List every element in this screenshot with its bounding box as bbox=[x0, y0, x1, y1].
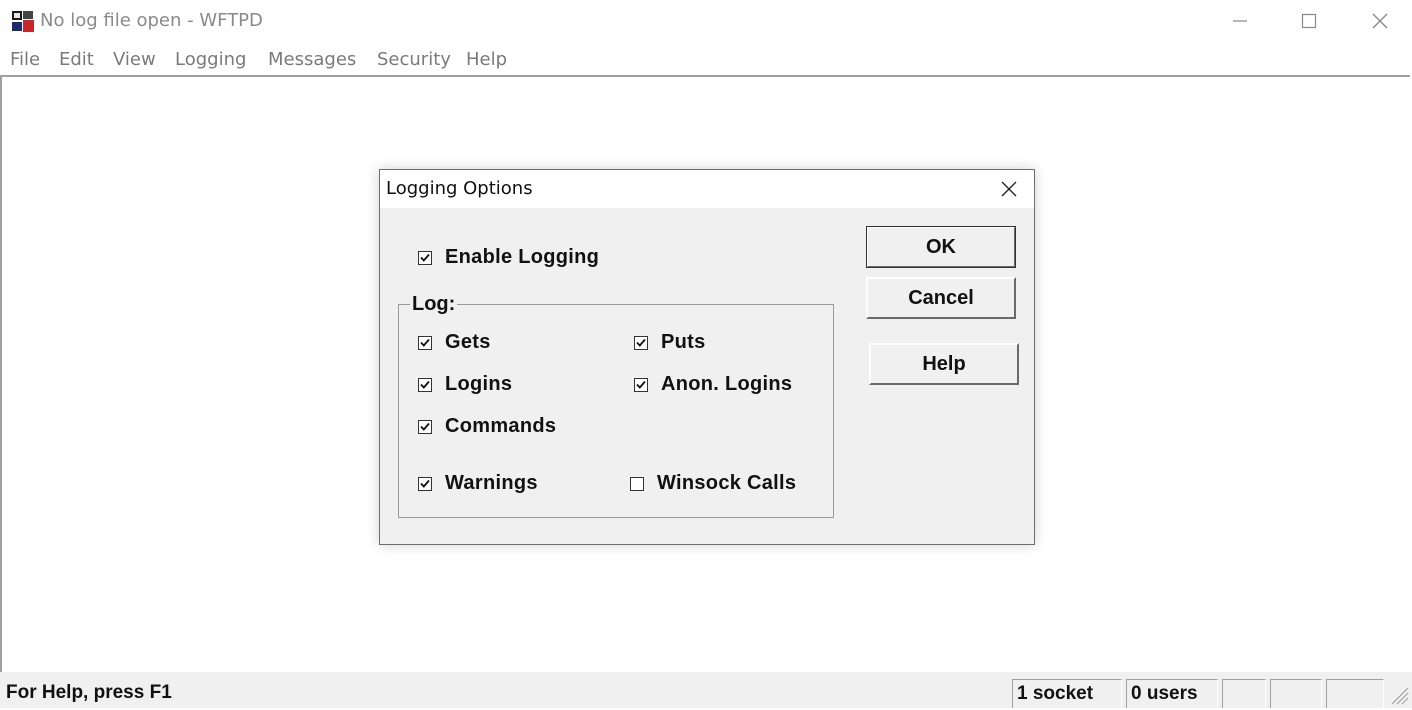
menu-help[interactable]: Help bbox=[466, 49, 507, 70]
menu-security[interactable]: Security bbox=[377, 49, 451, 70]
socket-count: 1 socket bbox=[1017, 683, 1094, 704]
close-icon bbox=[1001, 181, 1017, 197]
ok-button[interactable]: OK bbox=[866, 226, 1016, 268]
warnings-check-icon bbox=[418, 476, 432, 491]
commands-label: Commands bbox=[445, 415, 557, 437]
user-count: 0 users bbox=[1131, 683, 1198, 704]
puts-label: Puts bbox=[661, 331, 706, 353]
puts-check-icon bbox=[634, 335, 648, 350]
enable-logging-check-icon bbox=[418, 250, 432, 265]
dialog-titlebar[interactable]: Logging Options bbox=[380, 170, 1034, 208]
enable-logging-checkbox[interactable]: Enable Logging bbox=[418, 246, 599, 269]
cancel-button[interactable]: Cancel bbox=[866, 277, 1016, 319]
winsock-calls-check-icon bbox=[630, 476, 644, 491]
window-title: No log file open - WFTPD bbox=[40, 10, 263, 31]
status-help-text: For Help, press F1 bbox=[6, 682, 172, 703]
commands-checkbox[interactable]: Commands bbox=[418, 415, 556, 438]
status-pane-users: 0 users bbox=[1126, 679, 1218, 708]
dialog-close-button[interactable] bbox=[992, 174, 1026, 204]
menu-bar: File Edit View Logging Messages Security… bbox=[0, 42, 1412, 76]
warnings-label: Warnings bbox=[445, 472, 538, 494]
logins-check-icon bbox=[418, 377, 432, 392]
commands-check-icon bbox=[418, 419, 432, 434]
winsock-calls-checkbox[interactable]: Winsock Calls bbox=[630, 472, 796, 495]
maximize-button[interactable] bbox=[1274, 0, 1344, 42]
anon-logins-checkbox[interactable]: Anon. Logins bbox=[634, 373, 792, 396]
wftpd-app-icon[interactable] bbox=[11, 9, 35, 33]
logging-options-dialog: Logging Options Enable Logging Log: Gets… bbox=[379, 169, 1035, 545]
menu-view[interactable]: View bbox=[113, 49, 156, 70]
status-pane-sockets: 1 socket bbox=[1012, 679, 1122, 708]
status-pane-empty-1 bbox=[1222, 679, 1266, 708]
window-titlebar[interactable]: No log file open - WFTPD bbox=[0, 0, 1412, 42]
resize-grip-icon[interactable] bbox=[1388, 682, 1410, 706]
warnings-checkbox[interactable]: Warnings bbox=[418, 472, 538, 495]
minimize-button[interactable] bbox=[1205, 0, 1275, 42]
status-bar: For Help, press F1 1 socket 0 users bbox=[0, 672, 1412, 708]
anon-logins-check-icon bbox=[634, 377, 648, 392]
logins-checkbox[interactable]: Logins bbox=[418, 373, 512, 396]
dialog-title: Logging Options bbox=[386, 178, 533, 199]
menu-logging[interactable]: Logging bbox=[175, 49, 246, 70]
enable-logging-label: Enable Logging bbox=[445, 246, 600, 268]
status-pane-empty-2 bbox=[1270, 679, 1322, 708]
gets-label: Gets bbox=[445, 331, 491, 353]
anon-logins-label: Anon. Logins bbox=[661, 373, 793, 395]
close-icon bbox=[1372, 13, 1388, 29]
menu-edit[interactable]: Edit bbox=[59, 49, 94, 70]
winsock-calls-label: Winsock Calls bbox=[657, 472, 797, 494]
menu-messages[interactable]: Messages bbox=[268, 49, 356, 70]
gets-check-icon bbox=[418, 335, 432, 350]
puts-checkbox[interactable]: Puts bbox=[634, 331, 706, 354]
menu-file[interactable]: File bbox=[10, 49, 40, 70]
minimize-icon bbox=[1233, 20, 1247, 22]
close-window-button[interactable] bbox=[1345, 0, 1412, 42]
gets-checkbox[interactable]: Gets bbox=[418, 331, 491, 354]
help-button[interactable]: Help bbox=[869, 343, 1019, 385]
log-group-label: Log: bbox=[410, 293, 458, 316]
logins-label: Logins bbox=[445, 373, 513, 395]
status-pane-empty-3 bbox=[1326, 679, 1384, 708]
maximize-icon bbox=[1301, 13, 1317, 29]
